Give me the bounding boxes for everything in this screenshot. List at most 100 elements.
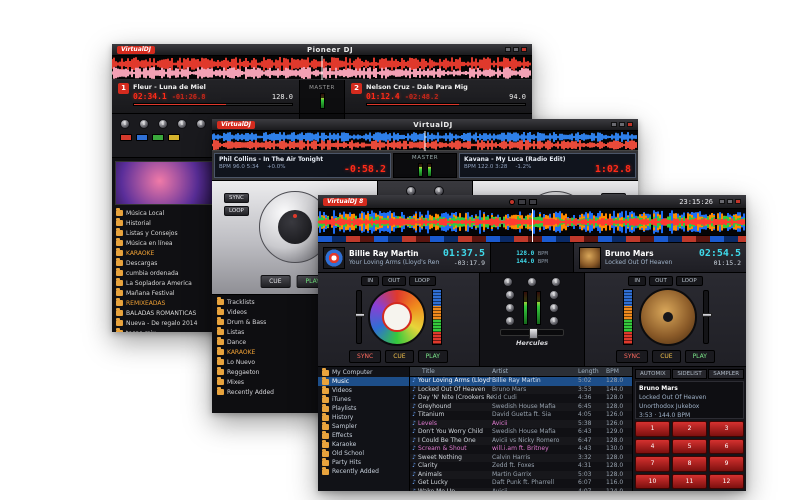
- track-row[interactable]: ♪ Get Lucky Daft Punk ft. Pharrell 6:07 …: [410, 479, 632, 488]
- track-row[interactable]: ♪ Clarity Zedd ft. Foxes 4:31 128.0: [410, 462, 632, 471]
- minimize-icon[interactable]: [719, 199, 725, 204]
- track-row[interactable]: ♪ I Could Be The One Avicii vs Nicky Rom…: [410, 436, 632, 445]
- track-row[interactable]: ♪ Day 'N' Nite (Crookers Remix) Kid Cudi…: [410, 394, 632, 403]
- song-position-strip-1[interactable]: [431, 289, 442, 345]
- gain-knob[interactable]: [503, 277, 513, 287]
- hot-cue-pad[interactable]: [120, 134, 132, 141]
- sampler-pad[interactable]: 12: [709, 473, 744, 489]
- close-icon[interactable]: [627, 122, 633, 127]
- transport-button[interactable]: SYNC: [616, 350, 649, 363]
- gain-knob[interactable]: [551, 277, 561, 287]
- waveform-display[interactable]: [212, 131, 638, 151]
- loop-button[interactable]: IN: [361, 276, 380, 286]
- sampler-pad[interactable]: 3: [709, 421, 744, 437]
- close-icon[interactable]: [735, 199, 741, 204]
- sync-button[interactable]: SYNC: [224, 193, 249, 203]
- eq-knob[interactable]: [505, 303, 515, 313]
- eq-knob[interactable]: [505, 290, 515, 300]
- folder-item[interactable]: Videos: [318, 386, 409, 395]
- sampler-pad[interactable]: 10: [635, 473, 670, 489]
- track-row[interactable]: ♪ Scream & Shout will.i.am ft. Britney 4…: [410, 445, 632, 454]
- loop-button[interactable]: OUT: [382, 276, 406, 286]
- deck-1-progress-bar[interactable]: [133, 103, 293, 106]
- sampler-pad[interactable]: 1: [635, 421, 670, 437]
- sampler-pad[interactable]: 8: [672, 456, 707, 472]
- master-knob[interactable]: [527, 277, 537, 287]
- track-row[interactable]: ♪ Levels Avicii 5:38 126.0: [410, 419, 632, 428]
- settings-icon[interactable]: [518, 198, 527, 205]
- sideview-tab[interactable]: SIDELIST: [671, 369, 708, 379]
- deck-2-progress-bar[interactable]: [366, 103, 526, 106]
- hot-cue-pad[interactable]: [168, 134, 180, 141]
- loop-button[interactable]: OUT: [649, 276, 673, 286]
- transport-button[interactable]: CUE: [385, 350, 414, 363]
- folder-item[interactable]: Old School: [318, 449, 409, 458]
- folder-item[interactable]: iTunes: [318, 395, 409, 404]
- sampler-pad[interactable]: 4: [635, 438, 670, 454]
- minimize-icon[interactable]: [505, 47, 511, 52]
- loop-button[interactable]: LOOP: [675, 276, 703, 286]
- transport-button[interactable]: SYNC: [349, 350, 382, 363]
- track-row[interactable]: ♪ Wake Me Up Avicii 4:07 124.0: [410, 487, 632, 491]
- column-header[interactable]: Artist: [492, 368, 578, 375]
- fx-knob[interactable]: [158, 119, 168, 129]
- folder-item[interactable]: History: [318, 413, 409, 422]
- loop-button[interactable]: IN: [628, 276, 647, 286]
- track-row[interactable]: ♪ Titanium David Guetta ft. Sia 4:05 126…: [410, 411, 632, 420]
- sampler-pad[interactable]: 2: [672, 421, 707, 437]
- transport-button[interactable]: PLAY: [684, 350, 715, 363]
- pitch-slider-1[interactable]: [354, 290, 365, 344]
- sampler-pad[interactable]: 5: [672, 438, 707, 454]
- folder-item[interactable]: Playlists: [318, 404, 409, 413]
- waveform-display[interactable]: [112, 56, 532, 80]
- minimize-icon[interactable]: [611, 122, 617, 127]
- folder-item[interactable]: My Computer: [318, 368, 409, 377]
- track-row[interactable]: ♪ Don't You Worry Child Swedish House Ma…: [410, 428, 632, 437]
- maximize-icon[interactable]: [513, 47, 519, 52]
- column-header[interactable]: BPM: [606, 368, 632, 375]
- crossfader[interactable]: [500, 328, 564, 339]
- record-icon[interactable]: [509, 198, 516, 205]
- track-row[interactable]: ♪ Your Loving Arms (Lloyd's Remix) Billi…: [410, 377, 632, 386]
- eq-knob[interactable]: [505, 316, 515, 326]
- eq-knob[interactable]: [549, 303, 559, 313]
- transport-button[interactable]: PLAY: [417, 350, 448, 363]
- track-row[interactable]: ♪ Sweet Nothing Calvin Harris 3:32 128.0: [410, 453, 632, 462]
- hot-cue-pad[interactable]: [136, 134, 148, 141]
- sampler-pad[interactable]: 7: [635, 456, 670, 472]
- pitch-slider-2[interactable]: [701, 290, 712, 344]
- folder-item[interactable]: Recently Added: [318, 467, 409, 476]
- folder-item[interactable]: Party Hits: [318, 458, 409, 467]
- song-position-strip-2[interactable]: [622, 289, 633, 345]
- fx-knob[interactable]: [139, 119, 149, 129]
- fx-knob[interactable]: [120, 119, 130, 129]
- loop-button[interactable]: LOOP: [408, 276, 436, 286]
- rhythm-wave-display[interactable]: [318, 209, 746, 243]
- track-row[interactable]: ♪ Locked Out Of Heaven Bruno Mars 3:53 1…: [410, 385, 632, 394]
- sampler-pad[interactable]: 9: [709, 456, 744, 472]
- close-icon[interactable]: [521, 47, 527, 52]
- sampler-pad[interactable]: 6: [709, 438, 744, 454]
- loop-button[interactable]: LOOP: [224, 206, 249, 216]
- maximize-icon[interactable]: [727, 199, 733, 204]
- cue-button[interactable]: CUE: [260, 275, 291, 288]
- fx-knob[interactable]: [196, 119, 206, 129]
- hot-cue-pad[interactable]: [152, 134, 164, 141]
- fx-knob[interactable]: [177, 119, 187, 129]
- column-header[interactable]: Title: [410, 368, 492, 375]
- folder-item[interactable]: Effects: [318, 431, 409, 440]
- folder-item[interactable]: Sampler: [318, 422, 409, 431]
- transport-button[interactable]: CUE: [652, 350, 681, 363]
- sideview-tab[interactable]: SAMPLER: [708, 369, 745, 379]
- sideview-tab[interactable]: AUTOMIX: [635, 369, 671, 379]
- eq-knob[interactable]: [549, 290, 559, 300]
- track-row[interactable]: ♪ Greyhound Swedish House Mafia 6:45 128…: [410, 402, 632, 411]
- column-header[interactable]: Length: [578, 368, 606, 375]
- eq-knob[interactable]: [549, 316, 559, 326]
- broadcast-icon[interactable]: [529, 198, 538, 205]
- sampler-pad[interactable]: 11: [672, 473, 707, 489]
- platter-1[interactable]: [367, 288, 426, 346]
- track-row[interactable]: ♪ Animals Martin Garrix 5:03 128.0: [410, 470, 632, 479]
- maximize-icon[interactable]: [619, 122, 625, 127]
- folder-item[interactable]: Karaoke: [318, 440, 409, 449]
